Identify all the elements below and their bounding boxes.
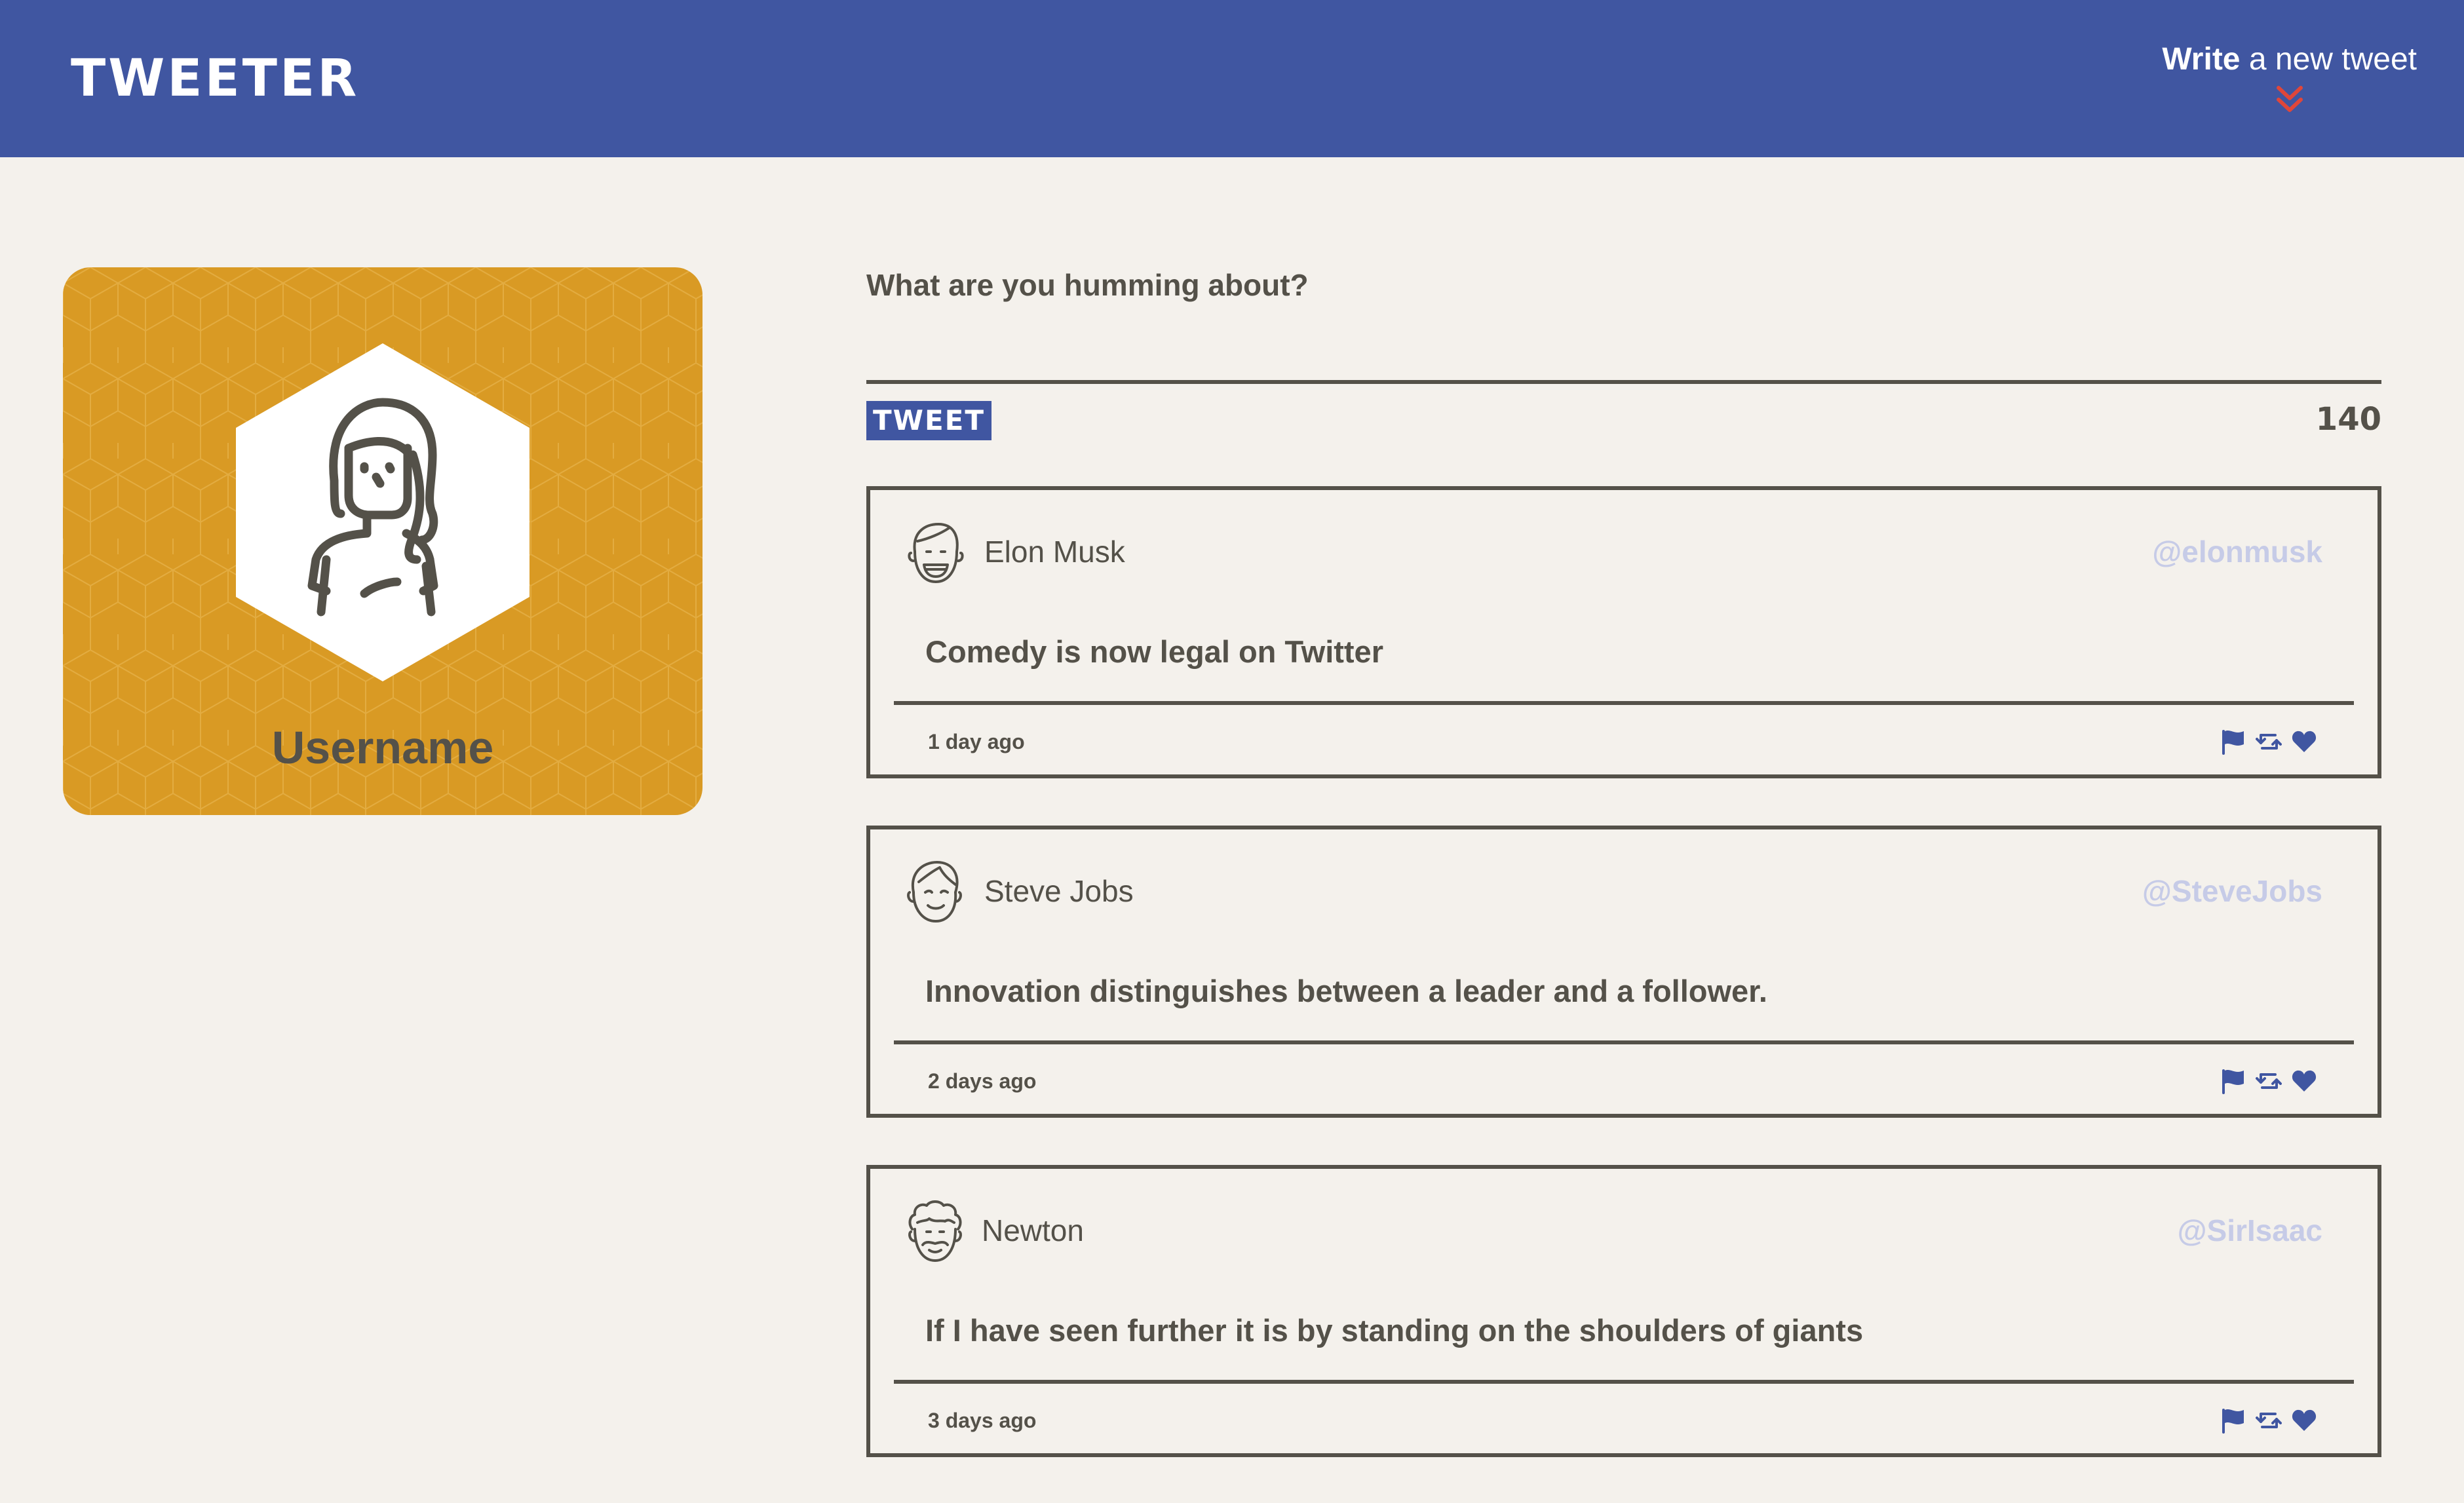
tweet-divider [894,701,2354,705]
tweet-submit-button[interactable]: TWEET [866,401,992,440]
tweet-text-input[interactable] [866,312,2381,384]
tweet-timestamp: 1 day ago [928,730,1025,753]
heart-icon[interactable] [2291,1068,2317,1094]
tweet-body: Comedy is now legal on Twitter [925,634,1383,669]
tweet-card: Elon Musk @elonmusk Comedy is now legal … [866,486,2381,778]
woman-avatar-icon [236,343,529,681]
tweet-body: Innovation distinguishes between a leade… [925,974,1767,1008]
tweet-card: Steve Jobs @SteveJobs Innovation disting… [866,826,2381,1118]
retweet-icon[interactable] [2256,1407,2282,1434]
curly-hair-man-avatar-icon [908,1200,962,1262]
man-avatar-icon [907,861,962,923]
profile-username: Username [271,722,494,773]
tweet-author-handle[interactable]: @SirIsaac [2178,1209,2322,1251]
flag-icon[interactable] [2220,729,2246,755]
retweet-icon[interactable] [2256,1068,2282,1094]
tweet-actions [2220,729,2317,755]
character-counter: 140 [2315,401,2381,438]
write-label: Write [2162,42,2241,77]
new-tweet-label: a new tweet [2248,42,2417,77]
compose-prompt: What are you humming about? [866,268,1309,302]
tweet-actions [2220,1407,2317,1434]
tweet-timestamp: 3 days ago [928,1409,1037,1432]
tweet-divider [894,1040,2354,1044]
write-new-tweet-label[interactable]: Write a new tweet [2162,38,2417,81]
tweet-body: If I have seen further it is by standing… [925,1313,1864,1348]
tweet-author-handle[interactable]: @elonmusk [2152,531,2322,573]
tweet-card: Newton @SirIsaac If I have seen further … [866,1165,2381,1457]
tweet-author-name: Newton [982,1213,1084,1247]
write-new-tweet-toggle[interactable]: Write a new tweet [2162,38,2417,115]
tweet-timestamp: 2 days ago [928,1069,1037,1093]
tweet-divider [894,1380,2354,1384]
double-chevron-down-icon[interactable] [2275,84,2305,115]
profile-card: Username [63,267,703,815]
tweet-author-name: Steve Jobs [984,874,1134,908]
tweet-actions [2220,1068,2317,1094]
flag-icon[interactable] [2220,1407,2246,1434]
flag-icon[interactable] [2220,1068,2246,1094]
brand-logo[interactable]: TWEETER [71,46,359,111]
heart-icon[interactable] [2291,729,2317,755]
heart-icon[interactable] [2291,1407,2317,1434]
tweet-author-handle[interactable]: @SteveJobs [2142,870,2322,912]
smiling-man-avatar-icon [908,523,964,583]
tweet-author-name: Elon Musk [984,535,1125,569]
retweet-icon[interactable] [2256,729,2282,755]
top-nav: TWEETER Write a new tweet [0,0,2464,157]
